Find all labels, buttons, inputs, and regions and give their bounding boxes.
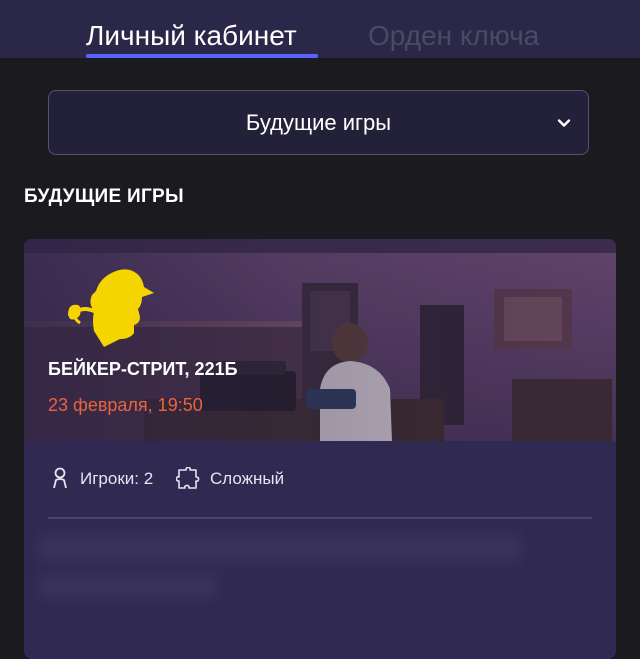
section-heading: БУДУЩИЕ ИГРЫ (24, 186, 184, 207)
tab-personal-account[interactable]: Личный кабинет (86, 18, 297, 54)
tab-bar: Личный кабинет Орден ключа (0, 0, 640, 58)
game-datetime: 23 февраля, 19:50 (48, 395, 203, 415)
dropdown-selected-value: Будущие игры (245, 109, 392, 135)
chevron-down-icon (557, 119, 571, 127)
players-info: Игроки: 2 (50, 467, 153, 491)
game-card[interactable]: БЕЙКЕР-СТРИТ, 221Б 23 февраля, 19:50 Игр… (24, 239, 616, 659)
person-icon (53, 467, 67, 489)
games-filter-dropdown[interactable]: Будущие игры (48, 90, 589, 155)
puzzle-icon (176, 467, 200, 489)
card-divider (48, 517, 592, 519)
difficulty-info: Сложный (176, 467, 284, 491)
blurred-content (38, 533, 522, 563)
game-title: БЕЙКЕР-СТРИТ, 221Б (48, 359, 238, 379)
active-tab-underline (86, 54, 318, 58)
players-count: Игроки: 2 (80, 469, 154, 488)
tab-key-order[interactable]: Орден ключа (368, 18, 539, 54)
blurred-content (38, 573, 218, 599)
sherlock-silhouette-icon (68, 269, 154, 347)
difficulty-level: Сложный (210, 469, 285, 488)
